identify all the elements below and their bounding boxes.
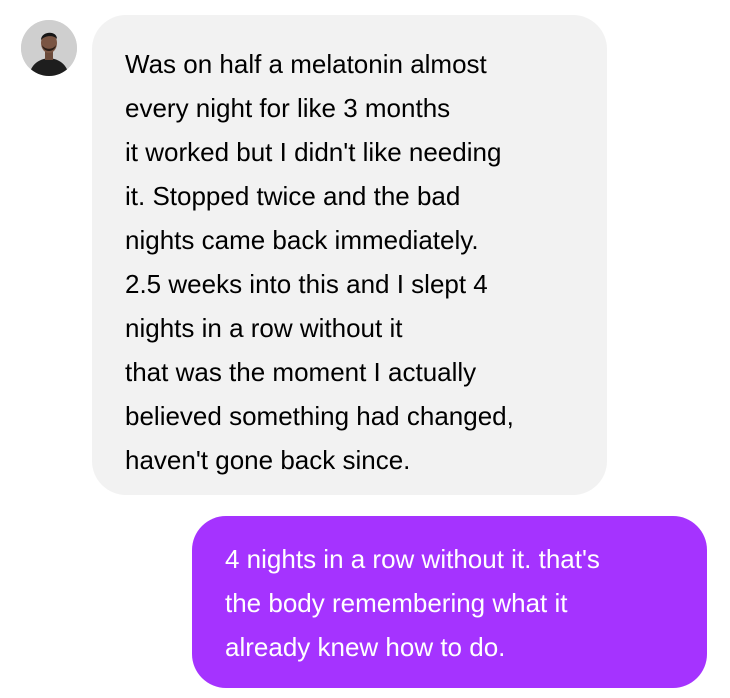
- message-line: Was on half a melatonin almost: [125, 49, 487, 79]
- message-line: that was the moment I actually: [125, 357, 477, 387]
- message-line: 4 nights in a row without it. that's: [225, 544, 600, 574]
- received-message-bubble[interactable]: Was on half a melatonin almost every nig…: [92, 15, 607, 495]
- message-line: already knew how to do.: [225, 632, 506, 662]
- message-line: nights in a row without it: [125, 313, 403, 343]
- message-thread: Was on half a melatonin almost every nig…: [0, 0, 730, 698]
- avatar[interactable]: [21, 20, 77, 76]
- message-line: believed something had changed,: [125, 401, 514, 431]
- message-line: nights came back immediately.: [125, 225, 479, 255]
- message-line: it. Stopped twice and the bad: [125, 181, 461, 211]
- message-line: haven't gone back since.: [125, 445, 411, 475]
- sent-message-bubble[interactable]: 4 nights in a row without it. that's the…: [192, 516, 707, 688]
- message-line: every night for like 3 months: [125, 93, 451, 123]
- message-line: it worked but I didn't like needing: [125, 137, 502, 167]
- avatar-photo: [21, 20, 77, 76]
- message-line: 2.5 weeks into this and I slept 4: [125, 269, 488, 299]
- message-line: the body remembering what it: [225, 588, 568, 618]
